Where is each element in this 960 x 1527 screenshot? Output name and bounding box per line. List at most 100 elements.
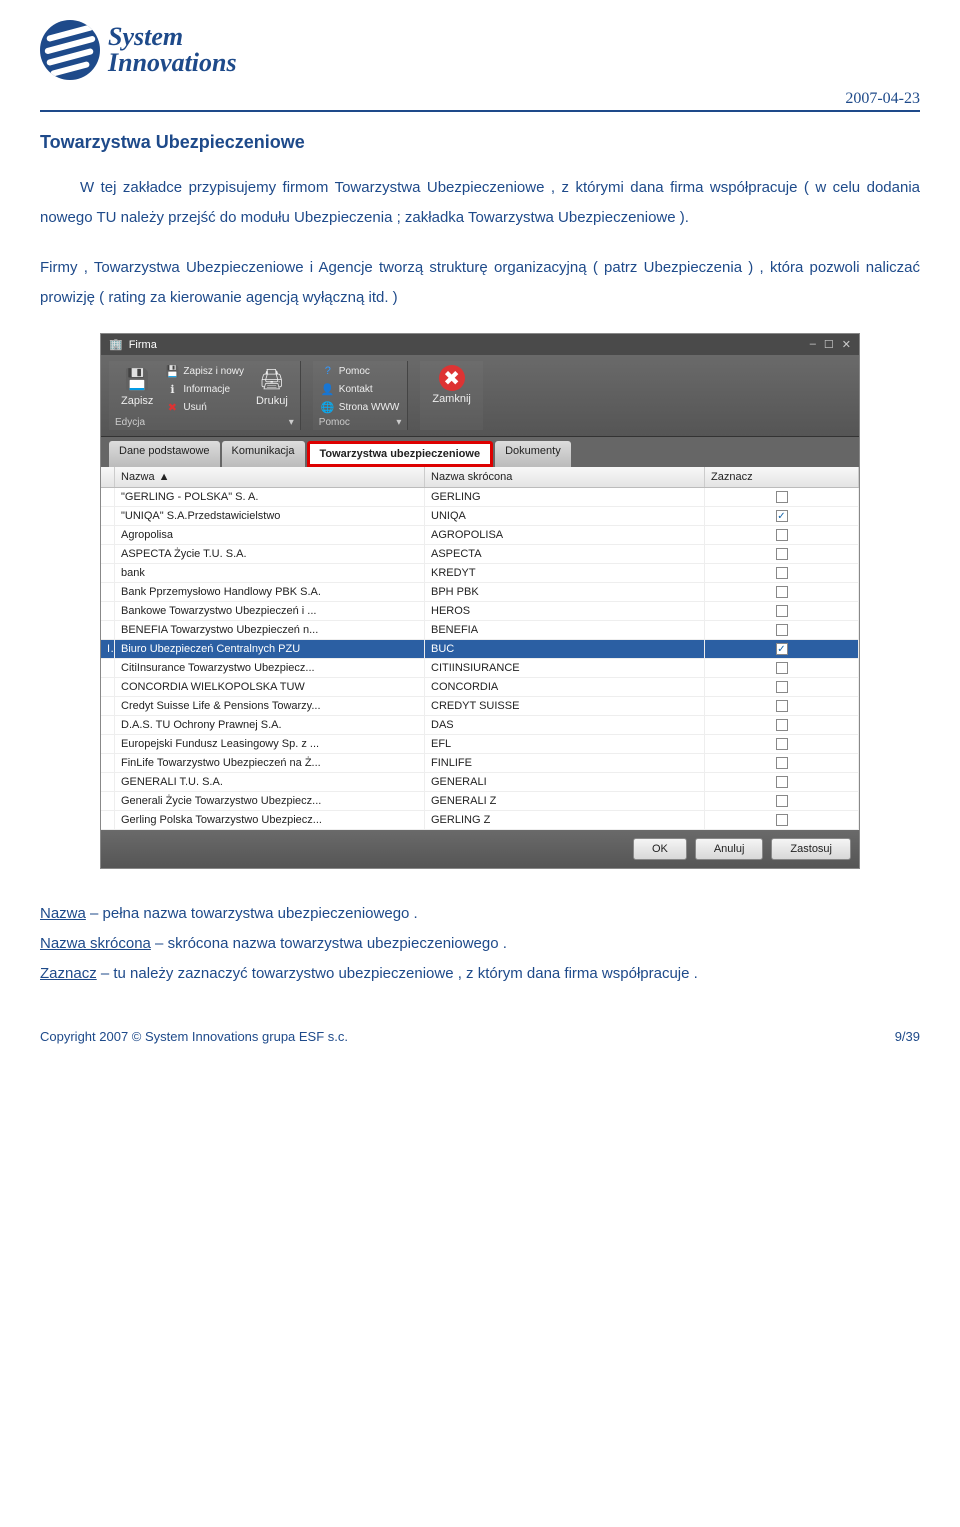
maximize-icon[interactable]: ☐ — [824, 338, 834, 351]
tab-dokumenty[interactable]: Dokumenty — [495, 441, 571, 467]
grid-header: Nazwa ▲ Nazwa skrócona Zaznacz — [101, 467, 859, 488]
cell-zaznacz[interactable] — [705, 602, 859, 620]
ok-button[interactable]: OK — [633, 838, 687, 860]
table-row[interactable]: Credyt Suisse Life & Pensions Towarzy...… — [101, 697, 859, 716]
table-row[interactable]: bankKREDYT — [101, 564, 859, 583]
cell-skrocona: CITIINSIURANCE — [425, 659, 705, 677]
cell-zaznacz[interactable] — [705, 564, 859, 582]
checkbox[interactable] — [776, 795, 788, 807]
table-row[interactable]: Gerling Polska Towarzystwo Ubezpiecz...G… — [101, 811, 859, 830]
checkbox[interactable] — [776, 491, 788, 503]
delete-button[interactable]: ✖Usuń — [163, 399, 246, 415]
def-zaznacz-text: – tu należy zaznaczyć towarzystwo ubezpi… — [97, 965, 698, 982]
checkbox[interactable] — [776, 586, 788, 598]
apply-button[interactable]: Zastosuj — [771, 838, 851, 860]
checkbox[interactable]: ✓ — [776, 643, 788, 655]
checkbox[interactable] — [776, 605, 788, 617]
cell-skrocona: FINLIFE — [425, 754, 705, 772]
checkbox[interactable] — [776, 529, 788, 541]
checkbox[interactable] — [776, 738, 788, 750]
ribbon-group-close: ✖ Zamknij — [420, 361, 483, 430]
cell-zaznacz[interactable]: ✓ — [705, 640, 859, 658]
table-row[interactable]: Generali Życie Towarzystwo Ubezpiecz...G… — [101, 792, 859, 811]
table-row[interactable]: Bankowe Towarzystwo Ubezpieczeń i ...HER… — [101, 602, 859, 621]
table-row[interactable]: CitiInsurance Towarzystwo Ubezpiecz...CI… — [101, 659, 859, 678]
cell-zaznacz[interactable] — [705, 697, 859, 715]
save-button[interactable]: 💾 Zapisz — [115, 363, 159, 409]
www-button[interactable]: 🌐Strona WWW — [319, 399, 402, 415]
col-zaznacz[interactable]: Zaznacz — [705, 467, 859, 487]
table-row[interactable]: "GERLING - POLSKA" S. A.GERLING — [101, 488, 859, 507]
checkbox[interactable] — [776, 757, 788, 769]
checkbox[interactable] — [776, 814, 788, 826]
cell-zaznacz[interactable] — [705, 716, 859, 734]
table-row[interactable]: IBiuro Ubezpieczeń Centralnych PZUBUC✓ — [101, 640, 859, 659]
cancel-button[interactable]: Anuluj — [695, 838, 764, 860]
table-row[interactable]: CONCORDIA WIELKOPOLSKA TUWCONCORDIA — [101, 678, 859, 697]
checkbox[interactable] — [776, 776, 788, 788]
tab-towarzystwa[interactable]: Towarzystwa ubezpieczeniowe — [307, 441, 494, 467]
cell-zaznacz[interactable] — [705, 583, 859, 601]
cell-zaznacz[interactable] — [705, 792, 859, 810]
contact-button[interactable]: 👤Kontakt — [319, 381, 402, 397]
save-new-button[interactable]: 💾Zapisz i nowy — [163, 363, 246, 379]
info-button[interactable]: ℹ Informacje — [163, 381, 246, 397]
cell-zaznacz[interactable] — [705, 659, 859, 677]
cell-zaznacz[interactable] — [705, 621, 859, 639]
close-icon[interactable]: ✕ — [842, 338, 851, 351]
row-marker — [101, 602, 115, 620]
col-skrocona[interactable]: Nazwa skrócona — [425, 467, 705, 487]
minimize-icon[interactable]: – — [810, 338, 816, 351]
table-row[interactable]: D.A.S. TU Ochrony Prawnej S.A.DAS — [101, 716, 859, 735]
help-button[interactable]: ?Pomoc — [319, 363, 402, 379]
app-window: 🏢 Firma – ☐ ✕ 💾 Zapisz 💾Zapisz i nowy — [100, 333, 860, 869]
cell-skrocona: GENERALI Z — [425, 792, 705, 810]
table-row[interactable]: Europejski Fundusz Leasingowy Sp. z ...E… — [101, 735, 859, 754]
checkbox[interactable] — [776, 567, 788, 579]
cell-zaznacz[interactable] — [705, 526, 859, 544]
cell-zaznacz[interactable] — [705, 735, 859, 753]
checkbox[interactable]: ✓ — [776, 510, 788, 522]
cell-nazwa: CitiInsurance Towarzystwo Ubezpiecz... — [115, 659, 425, 677]
cell-zaznacz[interactable] — [705, 488, 859, 506]
table-row[interactable]: BENEFIA Towarzystwo Ubezpieczeń n...BENE… — [101, 621, 859, 640]
cell-zaznacz[interactable]: ✓ — [705, 507, 859, 525]
checkbox[interactable] — [776, 719, 788, 731]
cell-zaznacz[interactable] — [705, 754, 859, 772]
cell-nazwa: Gerling Polska Towarzystwo Ubezpiecz... — [115, 811, 425, 829]
cell-skrocona: CREDYT SUISSE — [425, 697, 705, 715]
cell-nazwa: "GERLING - POLSKA" S. A. — [115, 488, 425, 506]
window-title: Firma — [129, 339, 157, 351]
def-skrocona-label: Nazwa skrócona — [40, 935, 151, 952]
close-button[interactable]: ✖ Zamknij — [426, 363, 477, 407]
row-marker — [101, 507, 115, 525]
checkbox[interactable] — [776, 681, 788, 693]
section-title: Towarzystwa Ubezpieczeniowe — [40, 132, 920, 153]
col-nazwa[interactable]: Nazwa ▲ — [115, 467, 425, 487]
cell-zaznacz[interactable] — [705, 545, 859, 563]
checkbox[interactable] — [776, 548, 788, 560]
checkbox[interactable] — [776, 662, 788, 674]
checkbox[interactable] — [776, 624, 788, 636]
cell-zaznacz[interactable] — [705, 811, 859, 829]
table-row[interactable]: "UNIQA" S.A.PrzedstawicielstwoUNIQA✓ — [101, 507, 859, 526]
ribbon-group-edycja: 💾 Zapisz 💾Zapisz i nowy ℹ Informacje ✖Usu… — [109, 361, 301, 430]
row-marker — [101, 697, 115, 715]
table-row[interactable]: GENERALI T.U. S.A.GENERALI — [101, 773, 859, 792]
table-row[interactable]: Bank Pprzemysłowo Handlowy PBK S.A.BPH P… — [101, 583, 859, 602]
row-marker — [101, 545, 115, 563]
checkbox[interactable] — [776, 700, 788, 712]
save-new-icon: 💾 — [165, 364, 179, 378]
info-icon: ℹ — [165, 382, 179, 396]
info-label: Informacje — [183, 384, 230, 395]
tab-komunikacja[interactable]: Komunikacja — [222, 441, 305, 467]
logo-icon — [40, 20, 100, 80]
tab-dane-podstawowe[interactable]: Dane podstawowe — [109, 441, 220, 467]
table-row[interactable]: AgropolisaAGROPOLISA — [101, 526, 859, 545]
cell-zaznacz[interactable] — [705, 678, 859, 696]
cell-skrocona: GENERALI — [425, 773, 705, 791]
cell-zaznacz[interactable] — [705, 773, 859, 791]
table-row[interactable]: ASPECTA Życie T.U. S.A.ASPECTA — [101, 545, 859, 564]
table-row[interactable]: FinLife Towarzystwo Ubezpieczeń na Ż...F… — [101, 754, 859, 773]
print-button[interactable]: 🖨 Drukuj — [250, 363, 294, 409]
